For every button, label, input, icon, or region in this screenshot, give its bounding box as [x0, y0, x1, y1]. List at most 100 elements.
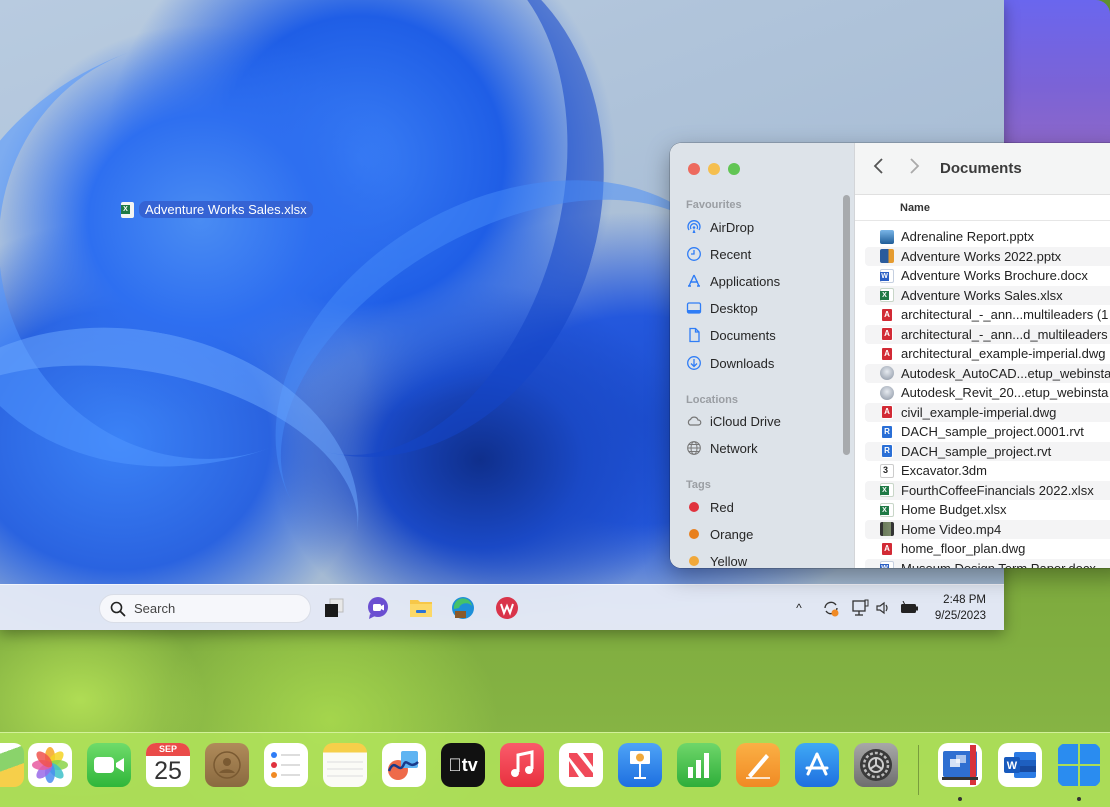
sidebar-tag-red[interactable]: Red	[686, 497, 734, 517]
notes-icon	[327, 761, 363, 777]
dock-keynote[interactable]	[618, 743, 662, 787]
file-row[interactable]: DACH_sample_project.rvt	[865, 441, 1110, 461]
volume-icon[interactable]	[875, 595, 891, 621]
dock-windows-11[interactable]	[1057, 743, 1101, 787]
file-row[interactable]: Home Budget.xlsx	[855, 500, 1110, 520]
file-row[interactable]: architectural_example-imperial.dwg	[855, 344, 1110, 364]
sidebar-item-airdrop[interactable]: AirDrop	[686, 217, 754, 237]
desktop-file-adventure-works-sales[interactable]: Adventure Works Sales.xlsx	[121, 201, 313, 218]
sidebar-item-icloud-drive[interactable]: iCloud Drive	[686, 411, 781, 431]
dock-parallels-desktop[interactable]	[938, 743, 982, 787]
network-icon[interactable]	[852, 595, 870, 621]
dock-system-settings[interactable]	[854, 743, 898, 787]
sidebar-item-recent[interactable]: Recent	[686, 244, 751, 264]
sidebar-item-documents[interactable]: Documents	[686, 325, 776, 345]
file-row[interactable]: Adventure Works Brochure.docx	[855, 266, 1110, 286]
news-icon	[569, 753, 593, 777]
edge-browser-icon[interactable]	[451, 596, 475, 620]
maps-icon	[0, 743, 24, 787]
dock-pages[interactable]	[736, 743, 780, 787]
column-header-name[interactable]: Name	[855, 195, 1110, 221]
dock-app-store[interactable]	[795, 743, 839, 787]
dock-maps[interactable]	[0, 743, 24, 787]
file-name: Adventure Works Sales.xlsx	[901, 287, 1063, 303]
threedm-file-icon	[880, 463, 894, 478]
file-name: Autodesk_AutoCAD...etup_webinsta	[901, 365, 1110, 381]
dock-photos[interactable]	[28, 743, 72, 787]
sidebar-item-downloads[interactable]: Downloads	[686, 353, 774, 373]
facetime-icon	[94, 757, 124, 773]
globe-icon	[686, 440, 702, 456]
maximize-window-button[interactable]	[728, 163, 740, 175]
clock-time: 2:48 PM	[943, 594, 986, 606]
file-list: Adrenaline Report.pptx Adventure Works 20…	[855, 227, 1110, 568]
tray-overflow-chevron[interactable]: ^	[792, 595, 806, 621]
file-row[interactable]: Adventure Works Sales.xlsx	[865, 285, 1110, 305]
back-button[interactable]	[873, 157, 885, 181]
dock-reminders[interactable]	[264, 743, 308, 787]
finder-window: Favourites AirDrop Recent Applications D…	[670, 143, 1110, 568]
file-name: architectural_-_ann...multileaders (1	[901, 307, 1109, 323]
close-window-button[interactable]	[688, 163, 700, 175]
file-name: architectural_example-imperial.dwg	[901, 346, 1106, 362]
xlsx-file-icon	[880, 502, 894, 517]
file-row[interactable]: home_floor_plan.dwg	[855, 539, 1110, 559]
running-indicator	[1077, 797, 1081, 801]
file-row[interactable]: Autodesk_Revit_20...etup_webinsta	[855, 383, 1110, 403]
docx-file-icon	[880, 561, 894, 568]
dwg-file-icon	[882, 327, 893, 342]
folder-icon[interactable]	[409, 596, 433, 620]
file-row[interactable]: Adrenaline Report.pptx	[855, 227, 1110, 247]
photos-icon	[32, 747, 68, 783]
dock-news[interactable]	[559, 743, 603, 787]
numbers-icon	[688, 753, 709, 778]
windows-start-icon[interactable]	[61, 596, 85, 620]
dock-numbers[interactable]	[677, 743, 721, 787]
video-chat-icon[interactable]	[366, 596, 390, 620]
file-row[interactable]: Museum Design Term Paper.docx	[865, 558, 1110, 568]
dock-separator	[918, 745, 919, 795]
dock-calendar[interactable]: SEP 25	[146, 743, 190, 787]
dock-facetime[interactable]	[87, 743, 131, 787]
app-store-icon	[805, 752, 829, 776]
file-row[interactable]: Home Video.mp4	[865, 519, 1110, 539]
file-row[interactable]: Adventure Works 2022.pptx	[865, 246, 1110, 266]
taskbar-clock[interactable]: 2:48 PM 9/25/2023	[928, 592, 986, 624]
dock-music[interactable]	[500, 743, 544, 787]
file-name: DACH_sample_project.0001.rvt	[901, 424, 1084, 440]
dock-microsoft-word[interactable]: W	[998, 743, 1042, 787]
pptx-file-icon	[880, 229, 894, 244]
file-row[interactable]: architectural_-_ann...multileaders (1	[855, 305, 1110, 325]
file-row[interactable]: DACH_sample_project.0001.rvt	[855, 422, 1110, 442]
wps-office-icon[interactable]	[495, 596, 519, 620]
file-row[interactable]: civil_example-imperial.dwg	[865, 402, 1110, 422]
dock-apple-tv[interactable]: tv	[441, 743, 485, 787]
search-icon	[110, 601, 126, 616]
sync-icon[interactable]	[820, 595, 842, 621]
minimize-window-button[interactable]	[708, 163, 720, 175]
file-row[interactable]: architectural_-_ann...d_multileaders	[865, 324, 1110, 344]
file-row[interactable]: FourthCoffeeFinancials 2022.xlsx	[865, 480, 1110, 500]
file-row[interactable]: Excavator.3dm	[855, 461, 1110, 481]
task-view-icon[interactable]	[322, 596, 346, 620]
dock-notes[interactable]	[323, 743, 367, 787]
sidebar-scrollbar[interactable]	[843, 195, 850, 455]
sidebar-item-applications[interactable]: Applications	[686, 271, 780, 291]
sidebar-item-network[interactable]: Network	[686, 438, 758, 458]
sidebar-item-desktop[interactable]: Desktop	[686, 298, 758, 318]
dock-freeform[interactable]	[382, 743, 426, 787]
file-name: home_floor_plan.dwg	[901, 541, 1026, 557]
settings-icon	[860, 749, 892, 781]
forward-button[interactable]	[908, 157, 920, 181]
sidebar-section-favourites: Favourites	[686, 199, 742, 211]
battery-icon[interactable]	[899, 595, 919, 621]
sidebar-tag-orange[interactable]: Orange	[686, 524, 753, 544]
file-row[interactable]: Autodesk_AutoCAD...etup_webinsta	[865, 363, 1110, 383]
sidebar-tag-yellow[interactable]: Yellow	[686, 551, 747, 568]
file-name: FourthCoffeeFinancials 2022.xlsx	[901, 482, 1094, 498]
pages-icon	[746, 754, 770, 779]
calendar-icon: SEP 25	[146, 743, 190, 787]
taskbar-search-box[interactable]: Search	[99, 594, 311, 623]
dock-contacts[interactable]	[205, 743, 249, 787]
windows-taskbar: Search ^ 2:48 PM 9/25/2023	[0, 584, 1004, 630]
